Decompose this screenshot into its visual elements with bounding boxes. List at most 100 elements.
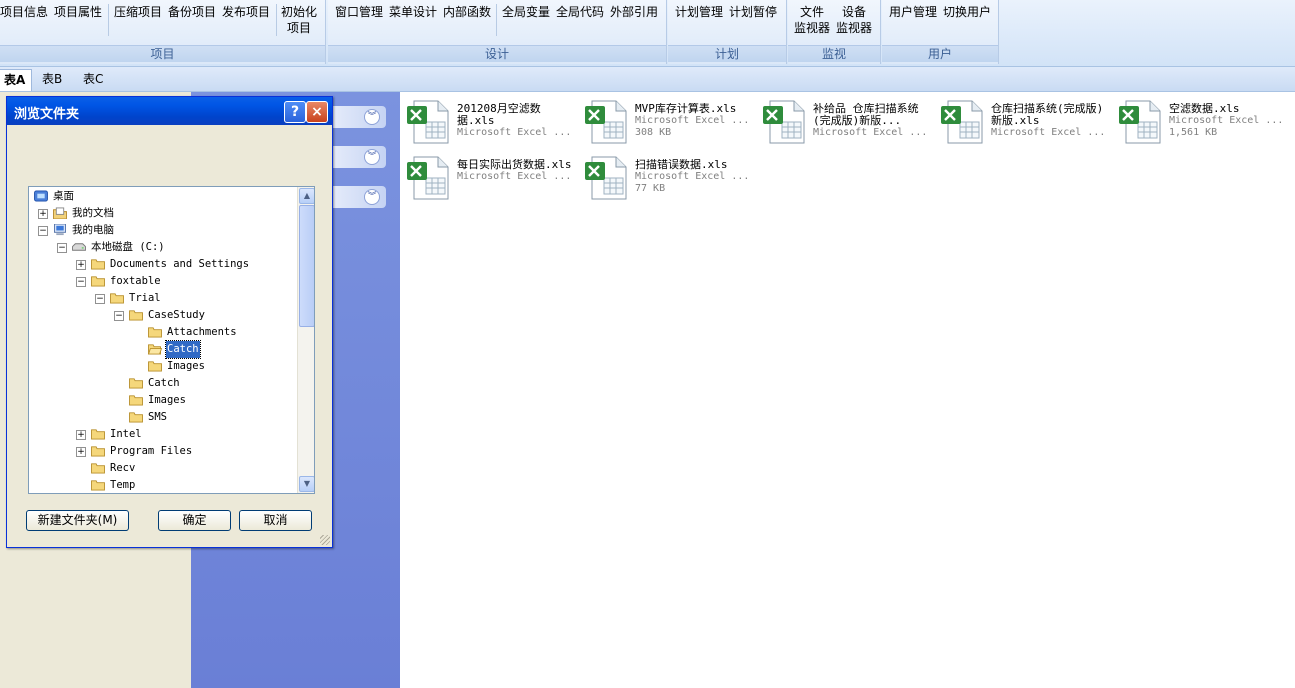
tree-node-label: 桌面 [53, 190, 74, 202]
collapse-chevron-icon[interactable]: ︾ [364, 109, 380, 125]
ribbon-group-label: 项目 [0, 45, 325, 62]
tree-node[interactable]: − 本地磁盘 (C:) [29, 239, 297, 256]
ribbon-group-label: 监视 [788, 45, 880, 62]
tree-node[interactable]: Images [29, 358, 297, 375]
window-manager-button[interactable]: 窗口管理 [335, 4, 383, 20]
collapse-icon[interactable]: − [38, 226, 48, 236]
tree-node[interactable]: − Trial [29, 290, 297, 307]
init-project-button[interactable]: 初始化 项目 [281, 4, 317, 36]
file-item[interactable]: 补给品 仓库扫描系统(完成版)新版... Microsoft Excel ... [756, 92, 927, 144]
folder-open-icon [147, 344, 163, 355]
excel-file-icon [407, 100, 449, 144]
documents-icon [53, 207, 67, 219]
tree-node[interactable]: + Documents and Settings [29, 256, 297, 273]
tree-node[interactable]: 桌面 [29, 188, 297, 205]
tree-node-label: CaseStudy [148, 309, 205, 321]
scroll-up-icon[interactable]: ▲ [299, 188, 314, 204]
tree-node-label: foxtable [110, 275, 161, 287]
device-monitor-button[interactable]: 设备 监视器 [836, 4, 872, 36]
plan-manager-button[interactable]: 计划管理 [675, 4, 723, 20]
internal-functions-button[interactable]: 内部函数 [443, 4, 491, 20]
file-monitor-line1: 文件 [800, 5, 825, 19]
tree-node[interactable]: SMS [29, 409, 297, 426]
switch-user-button[interactable]: 切换用户 [943, 4, 991, 20]
file-type: Microsoft Excel ... [991, 127, 1106, 138]
tab-table-a[interactable]: 表A [0, 69, 33, 91]
dialog-title-bar[interactable]: 浏览文件夹 ? × [7, 97, 332, 125]
ribbon-separator [108, 4, 109, 36]
scroll-thumb[interactable] [299, 205, 314, 327]
desktop-icon [34, 190, 48, 202]
expand-icon[interactable]: + [76, 430, 86, 440]
collapse-icon[interactable]: − [114, 311, 124, 321]
tree-node[interactable]: + Program Files [29, 443, 297, 460]
expand-icon[interactable]: + [38, 209, 48, 219]
tree-scrollbar[interactable]: ▲ ▼ [297, 187, 314, 493]
file-name: 扫描错误数据.xls [635, 159, 728, 171]
tree-node[interactable]: Temp [29, 477, 297, 493]
collapse-icon[interactable]: − [57, 243, 67, 253]
close-icon[interactable]: × [306, 101, 328, 123]
file-name: 空滤数据.xls [1169, 103, 1240, 115]
project-properties-button[interactable]: 项目属性 [54, 4, 102, 20]
tree-node[interactable]: + Intel [29, 426, 297, 443]
nav-panel-header[interactable]: ︾ [326, 106, 386, 128]
expand-icon[interactable]: + [76, 260, 86, 270]
backup-project-button[interactable]: 备份项目 [168, 4, 216, 20]
collapse-icon[interactable]: − [76, 277, 86, 287]
collapse-chevron-icon[interactable]: ︾ [364, 149, 380, 165]
compress-project-button[interactable]: 压缩项目 [114, 4, 162, 20]
tree-node-label: 本地磁盘 (C:) [91, 241, 165, 253]
tree-node[interactable]: Recv [29, 460, 297, 477]
user-manager-button[interactable]: 用户管理 [889, 4, 937, 20]
scroll-down-icon[interactable]: ▼ [299, 476, 314, 492]
file-type: Microsoft Excel ... [635, 115, 750, 126]
plan-pause-button[interactable]: 计划暂停 [729, 4, 777, 20]
file-item[interactable]: MVP库存计算表.xls Microsoft Excel ... 308 KB [578, 92, 750, 144]
folder-icon [91, 259, 105, 270]
external-references-button[interactable]: 外部引用 [610, 4, 658, 20]
new-folder-button[interactable]: 新建文件夹(M) [26, 510, 129, 531]
folder-icon [129, 310, 143, 321]
tab-table-b[interactable]: 表B [36, 69, 68, 90]
expand-icon[interactable]: + [76, 447, 86, 457]
tree-node-label: Documents and Settings [110, 258, 250, 270]
file-item[interactable]: 空滤数据.xls Microsoft Excel ... 1,561 KB [1112, 92, 1283, 144]
tree-node[interactable]: − foxtable [29, 273, 297, 290]
folder-icon [148, 327, 162, 338]
file-item[interactable]: 仓库扫描系统(完成版)新版.xls Microsoft Excel ... [934, 92, 1106, 144]
excel-file-icon [941, 100, 983, 144]
ok-button[interactable]: 确定 [158, 510, 231, 531]
cancel-button[interactable]: 取消 [239, 510, 312, 531]
excel-file-icon [585, 156, 627, 200]
global-variables-button[interactable]: 全局变量 [502, 4, 550, 20]
resize-grip-icon[interactable] [320, 535, 330, 545]
tree-node-label: Images [148, 394, 186, 406]
tree-node[interactable]: Attachments [29, 324, 297, 341]
tree-node-label: 我的文档 [72, 207, 114, 219]
excel-file-icon [763, 100, 805, 144]
file-item[interactable]: 扫描错误数据.xls Microsoft Excel ... 77 KB [578, 148, 749, 200]
project-info-button[interactable]: 项目信息 [0, 4, 48, 20]
tab-table-c[interactable]: 表C [77, 69, 109, 90]
nav-panel-header[interactable]: ︾ [326, 186, 386, 208]
file-monitor-button[interactable]: 文件 监视器 [794, 4, 830, 36]
nav-panel-header[interactable]: ︾ [326, 146, 386, 168]
collapse-chevron-icon[interactable]: ︾ [364, 189, 380, 205]
menu-design-button[interactable]: 菜单设计 [389, 4, 437, 20]
file-item[interactable]: 每日实际出货数据.xls Microsoft Excel ... [400, 148, 572, 200]
file-item[interactable]: 201208月空滤数据.xls Microsoft Excel ... [400, 92, 572, 144]
file-size: 77 KB [635, 183, 666, 194]
tree-node[interactable]: − CaseStudy [29, 307, 297, 324]
global-code-button[interactable]: 全局代码 [556, 4, 604, 20]
collapse-icon[interactable]: − [95, 294, 105, 304]
dialog-title: 浏览文件夹 [14, 107, 80, 122]
tree-node[interactable]: − 我的电脑 [29, 222, 297, 239]
tree-node[interactable]: Catch [29, 340, 297, 359]
tree-node[interactable]: Catch [29, 375, 297, 392]
tree-node[interactable]: Images [29, 392, 297, 409]
publish-project-button[interactable]: 发布项目 [222, 4, 270, 20]
tree-node[interactable]: + 我的文档 [29, 205, 297, 222]
file-type: Microsoft Excel ... [457, 127, 572, 138]
help-icon[interactable]: ? [284, 101, 306, 123]
